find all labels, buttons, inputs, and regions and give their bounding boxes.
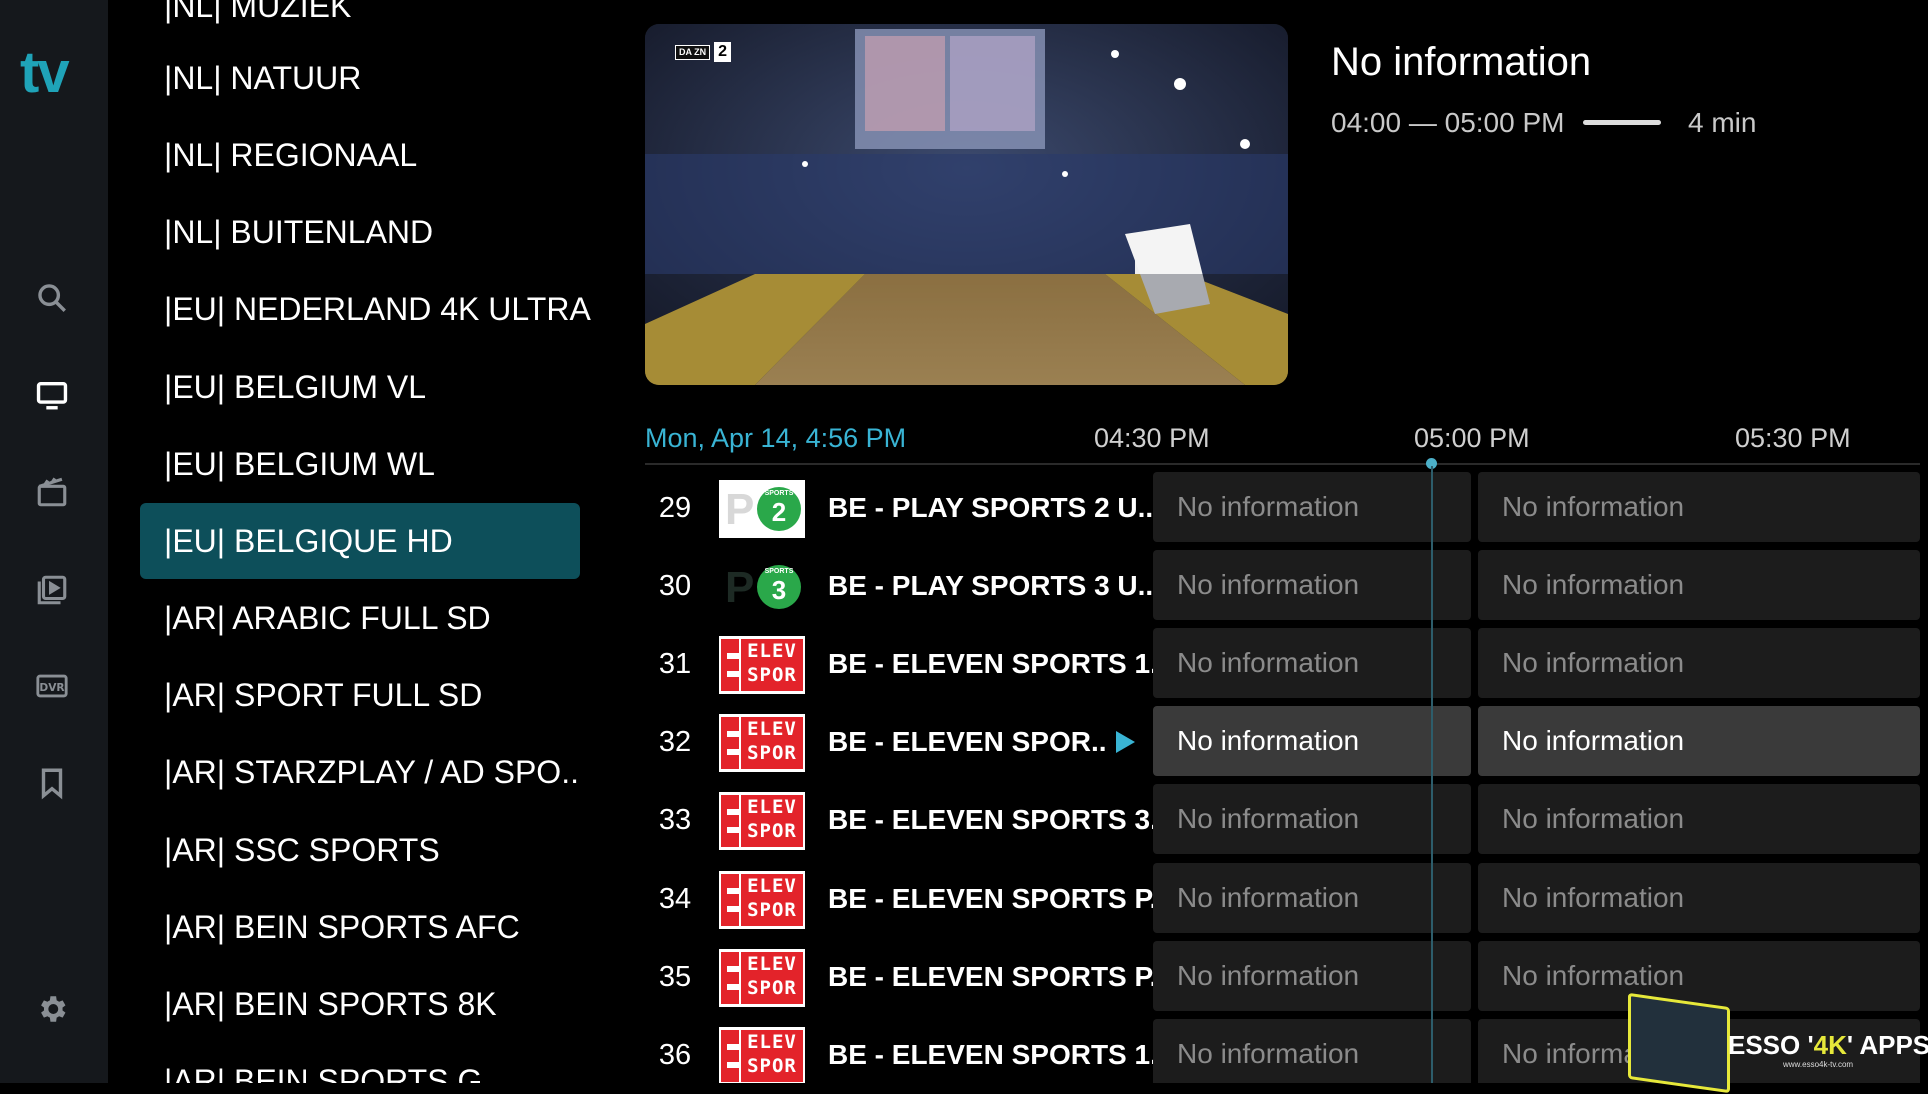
watermark-title: ESSO '4K' APPS xyxy=(1728,1030,1928,1060)
channel-number: 32 xyxy=(658,726,692,758)
category-item[interactable]: |AR| BEIN SPORTS 8K xyxy=(140,966,580,1042)
channel-number: 30 xyxy=(658,570,692,602)
dazn-number: 2 xyxy=(714,42,732,62)
channel-name: BE - PLAY SPORTS 3 U.. xyxy=(828,570,1154,601)
channel-number: 31 xyxy=(658,648,692,680)
channel-name: BE - ELEVEN SPORTS 1.. xyxy=(828,1039,1166,1070)
current-date: Mon, Apr 14, 4:56 PM xyxy=(645,423,907,453)
program-cell[interactable]: No information xyxy=(1478,784,1920,854)
channel-name: BE - ELEVEN SPORTS 3.. xyxy=(828,804,1166,835)
play-sports-logo: P SPORTS 3 xyxy=(719,558,805,616)
dvr-icon[interactable]: DVR xyxy=(32,666,72,706)
channel-row[interactable]: 29 P SPORTS 2 BE - PLAY SPORTS 2 U.. No i… xyxy=(645,472,1920,544)
channel-name: BE - ELEVEN SPORTS P.. xyxy=(828,883,1166,914)
live-tv-icon[interactable] xyxy=(32,375,72,415)
video-preview[interactable]: DA ZN 2 xyxy=(645,24,1288,385)
category-item-selected[interactable]: |EU| BELGIQUE HD xyxy=(140,503,580,579)
category-item[interactable]: |EU| NEDERLAND 4K ULTRA xyxy=(140,271,591,347)
watermark-url: www.esso4k-tv.com xyxy=(1783,1060,1854,1069)
channel-name: BE - PLAY SPORTS 2 U.. xyxy=(828,492,1154,523)
nav-rail: tv DVR xyxy=(0,0,108,1083)
program-cell[interactable]: No information xyxy=(1153,1019,1471,1089)
app-logo: tv xyxy=(20,40,70,105)
bookmark-icon[interactable] xyxy=(32,763,72,803)
now-playing-icon xyxy=(1116,731,1135,753)
time-tick: 05:30 PM xyxy=(1735,423,1851,453)
program-progress-bar xyxy=(1583,120,1661,125)
program-cell[interactable]: No information xyxy=(1478,706,1920,776)
channel-number: 35 xyxy=(658,961,692,993)
program-cell[interactable]: No information xyxy=(1478,863,1920,933)
program-duration: 4 min xyxy=(1688,107,1757,138)
dazn-badge: DA ZN xyxy=(675,44,711,60)
channel-number: 29 xyxy=(658,492,692,524)
eleven-sports-logo: ELEV SPOR xyxy=(719,871,805,929)
search-icon[interactable] xyxy=(32,278,72,318)
category-item[interactable]: |AR| ARABIC FULL SD xyxy=(140,580,580,656)
category-item[interactable]: |NL| BUITENLAND xyxy=(140,194,580,270)
category-item[interactable]: |AR| SPORT FULL SD xyxy=(140,657,580,733)
channel-name: BE - ELEVEN SPORTS P.. xyxy=(828,961,1166,992)
category-item[interactable]: |NL| MUZIEK xyxy=(140,0,580,44)
channel-row[interactable]: 31 ELEV SPOR BE - ELEVEN SPORTS 1.. No in… xyxy=(645,628,1920,700)
category-item[interactable]: |AR| BEIN SPORTS AFC xyxy=(140,889,580,965)
monitor-icon xyxy=(1628,992,1730,1094)
channel-row-active[interactable]: 32 ELEV SPOR BE - ELEVEN SPOR.. No inform… xyxy=(645,706,1920,778)
play-sports-logo: P SPORTS 2 xyxy=(719,480,805,538)
category-item[interactable]: |NL| REGIONAAL xyxy=(140,117,580,193)
channel-watermark: DA ZN 2 xyxy=(675,42,732,62)
program-cell[interactable]: No information xyxy=(1153,941,1471,1011)
eleven-sports-logo: ELEV SPOR xyxy=(719,792,805,850)
category-list: |NL| MUZIEK |NL| NATUUR |NL| REGIONAAL |… xyxy=(108,0,608,1083)
category-item[interactable]: |NL| NATUUR xyxy=(140,40,580,116)
channel-row[interactable]: 33 ELEV SPOR BE - ELEVEN SPORTS 3.. No in… xyxy=(645,784,1920,856)
category-item[interactable]: |EU| BELGIUM VL xyxy=(140,349,580,425)
eleven-sports-logo: ELEV SPOR xyxy=(719,1027,805,1085)
series-icon[interactable] xyxy=(32,570,72,610)
basketball-arena-image xyxy=(645,24,1288,385)
program-cell[interactable]: No information xyxy=(1478,628,1920,698)
channel-name: BE - ELEVEN SPORTS 1.. xyxy=(828,648,1166,679)
eleven-sports-logo: ELEV SPOR xyxy=(719,636,805,694)
program-time: 04:00 — 05:00 PM xyxy=(1331,107,1565,138)
time-tick: 04:30 PM xyxy=(1094,423,1210,453)
category-item[interactable]: |EU| BELGIUM WL xyxy=(140,426,580,502)
channel-row[interactable]: 34 ELEV SPOR BE - ELEVEN SPORTS P.. No in… xyxy=(645,863,1920,935)
now-indicator-line xyxy=(1431,466,1433,1083)
channel-row[interactable]: 30 P SPORTS 3 BE - PLAY SPORTS 3 U.. No i… xyxy=(645,550,1920,622)
program-cell[interactable]: No information xyxy=(1153,550,1471,620)
channel-number: 36 xyxy=(658,1039,692,1071)
category-item[interactable]: |AR| SSC SPORTS xyxy=(140,812,580,888)
time-tick: 05:00 PM xyxy=(1414,423,1530,453)
program-cell[interactable]: No information xyxy=(1153,628,1471,698)
channel-number: 34 xyxy=(658,883,692,915)
eleven-sports-logo: ELEV SPOR xyxy=(719,714,805,772)
timeline-rule xyxy=(645,463,1920,465)
program-cell[interactable]: No information xyxy=(1153,706,1471,776)
program-cell[interactable]: No information xyxy=(1478,472,1920,542)
program-cell[interactable]: No information xyxy=(1153,784,1471,854)
channel-number: 33 xyxy=(658,804,692,836)
movies-icon[interactable] xyxy=(32,472,72,512)
svg-text:DVR: DVR xyxy=(39,681,64,694)
brand-watermark: ESSO '4K' APPS www.esso4k-tv.com xyxy=(1628,992,1928,1094)
program-cell[interactable]: No information xyxy=(1153,863,1471,933)
category-item[interactable]: |AR| STARZPLAY / AD SPO.. xyxy=(140,734,580,810)
program-title: No information xyxy=(1331,40,1592,84)
program-cell[interactable]: No information xyxy=(1478,550,1920,620)
eleven-sports-logo: ELEV SPOR xyxy=(719,949,805,1007)
program-cell[interactable]: No information xyxy=(1153,472,1471,542)
category-item[interactable]: |AR| BEIN SPORTS G xyxy=(140,1043,580,1084)
settings-icon[interactable] xyxy=(32,989,72,1029)
channel-name: BE - ELEVEN SPOR.. xyxy=(828,726,1107,757)
